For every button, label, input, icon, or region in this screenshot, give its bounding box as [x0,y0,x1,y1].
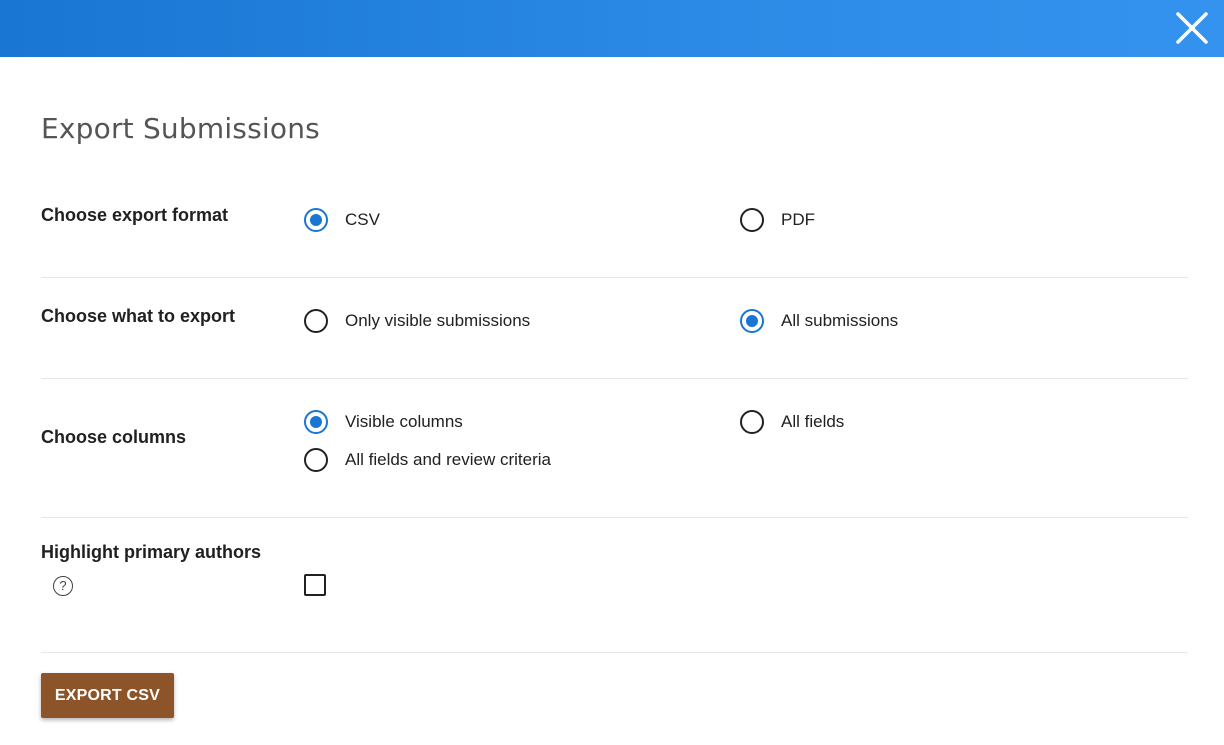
export-csv-button[interactable]: EXPORT CSV [41,673,174,718]
export-scope-label: Choose what to export [41,306,236,326]
columns-option-all-fields-label: All fields [781,412,845,431]
scope-option-all[interactable]: All submissions [740,309,898,333]
close-button[interactable] [1172,8,1212,48]
radio-csv[interactable] [304,208,328,232]
format-option-csv[interactable]: CSV [304,208,380,232]
divider [41,652,1188,653]
highlight-row: Highlight primary authors ? [41,538,1188,638]
radio-all-submissions[interactable] [740,309,764,333]
radio-all-fields[interactable] [740,410,764,434]
export-format-row: Choose export format CSV PDF [41,200,1188,260]
help-icon[interactable]: ? [53,576,73,596]
format-option-pdf[interactable]: PDF [740,208,815,232]
scope-option-visible-label: Only visible submissions [345,311,531,330]
columns-label: Choose columns [41,427,187,447]
radio-only-visible[interactable] [304,309,328,333]
columns-option-review-criteria-label: All fields and review criteria [345,450,551,469]
highlight-label: Highlight primary authors [41,542,262,562]
divider [41,378,1188,379]
columns-option-visible[interactable]: Visible columns [304,410,463,434]
close-icon [1176,12,1208,44]
columns-option-all-fields[interactable]: All fields [740,410,844,434]
export-format-label: Choose export format [41,205,229,225]
divider [41,517,1188,518]
divider [41,277,1188,278]
format-option-csv-label: CSV [345,210,380,229]
radio-pdf[interactable] [740,208,764,232]
format-option-pdf-label: PDF [781,210,815,229]
radio-all-fields-review[interactable] [304,448,328,472]
columns-option-visible-label: Visible columns [345,412,463,431]
scope-option-all-label: All submissions [781,311,899,330]
columns-option-review-criteria[interactable]: All fields and review criteria [304,448,551,472]
dialog-header-bar [0,0,1224,57]
dialog-title: Export Submissions [41,112,320,145]
radio-visible-columns[interactable] [304,410,328,434]
columns-row: Choose columns Visible columns All field… [41,402,1188,502]
export-scope-row: Choose what to export Only visible submi… [41,301,1188,361]
scope-option-visible[interactable]: Only visible submissions [304,309,530,333]
highlight-primary-authors-checkbox[interactable] [304,574,326,596]
